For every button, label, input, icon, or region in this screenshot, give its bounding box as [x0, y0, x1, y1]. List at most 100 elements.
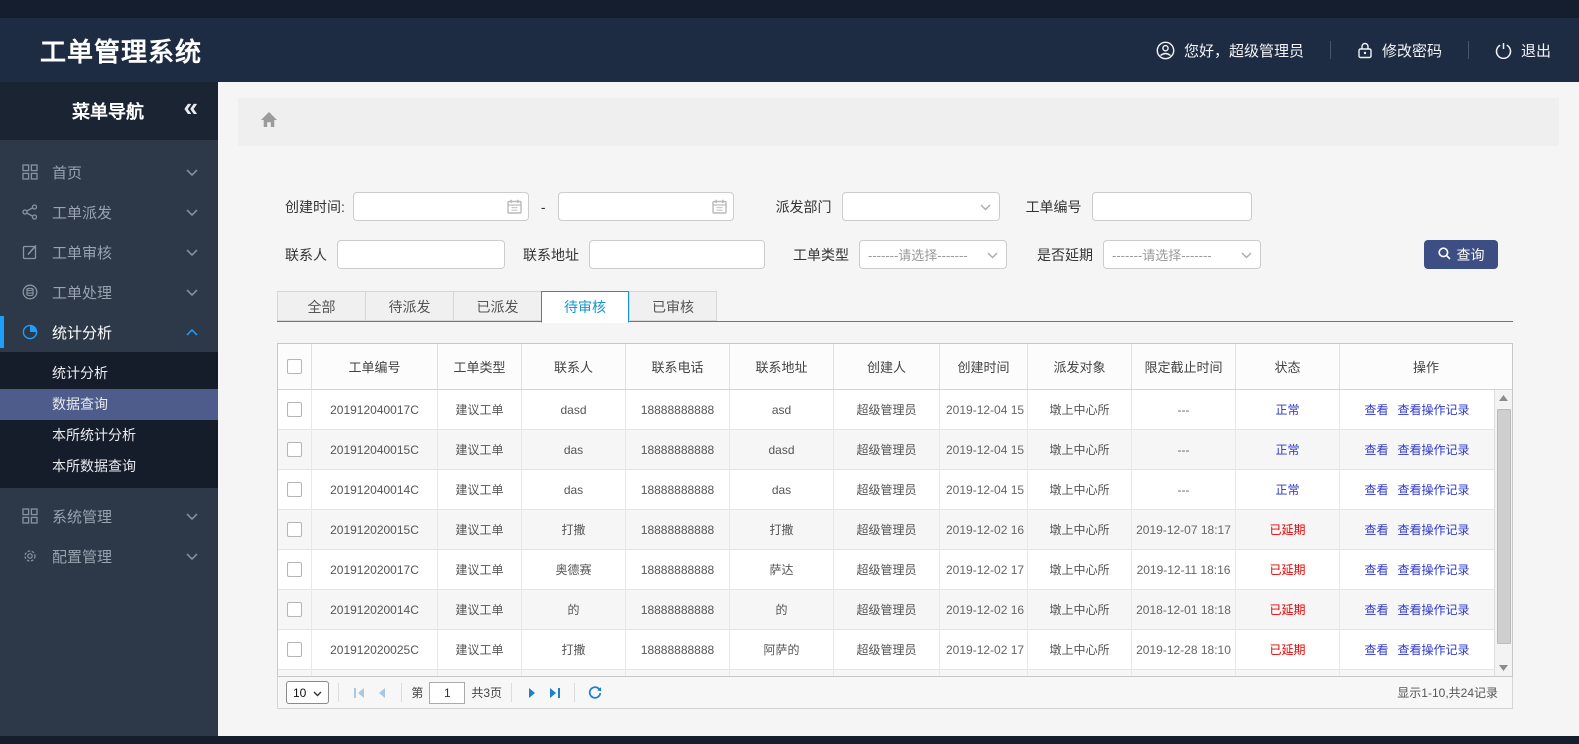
- row-checkbox[interactable]: [287, 482, 302, 497]
- header-separator: [1467, 41, 1469, 59]
- col-actions: 操作: [1412, 360, 1439, 375]
- pager-divider: [338, 683, 340, 702]
- created-start-input[interactable]: [352, 192, 529, 221]
- cell-address: asd: [730, 390, 834, 429]
- order-no-input[interactable]: [1091, 192, 1252, 221]
- vertical-scrollbar[interactable]: [1494, 390, 1512, 676]
- last-page-button[interactable]: [543, 682, 565, 704]
- cell-order-type: 建议工单: [438, 510, 522, 549]
- chevron-down-icon: [186, 288, 198, 296]
- edit-icon: [20, 244, 40, 260]
- change-password-text: 修改密码: [1381, 42, 1442, 60]
- view-log-link[interactable]: 查看操作记录: [1398, 601, 1470, 618]
- home-icon[interactable]: [260, 111, 278, 133]
- table-row: 201912020015C 建议工单 打撒 18888888888 打撒 超级管…: [278, 510, 1494, 550]
- view-log-link[interactable]: 查看操作记录: [1398, 561, 1470, 578]
- refresh-icon[interactable]: [584, 682, 606, 704]
- dispatch-dept-select[interactable]: [841, 192, 1000, 221]
- cell-order-type: 建议工单: [438, 630, 522, 669]
- cell-order-type: 建议工单: [438, 390, 522, 429]
- col-order-type: 工单类型: [438, 344, 522, 389]
- sidebar-item-statistics[interactable]: 统计分析: [0, 312, 218, 352]
- view-log-link[interactable]: 查看操作记录: [1398, 481, 1470, 498]
- work-order-table: 工单编号 工单类型 联系人 联系电话 联系地址 创建人 创建时间 派发对象 限定…: [277, 343, 1513, 677]
- order-type-select[interactable]: -------请选择-------: [859, 240, 1007, 269]
- view-link[interactable]: 查看: [1364, 441, 1388, 458]
- prev-page-button[interactable]: [370, 682, 392, 704]
- pagination-bar: 10 第 共3页 显示1-10,共24记录: [277, 677, 1513, 709]
- top-strip: [0, 0, 1579, 18]
- cell-deadline: 2019-12-28 18:10: [1132, 630, 1236, 669]
- status-tabs: 全部 待派发 已派发 待审核 已审核: [277, 291, 1513, 323]
- scroll-up-icon[interactable]: [1495, 390, 1512, 406]
- view-log-link[interactable]: 查看操作记录: [1398, 641, 1470, 658]
- bottom-strip: [0, 736, 1579, 744]
- sidebar-item-label: 配置管理: [52, 548, 113, 566]
- view-link[interactable]: 查看: [1364, 561, 1388, 578]
- cell-contact: 打撒: [522, 630, 626, 669]
- cell-address: das: [730, 470, 834, 509]
- table-row: 201912040014C 建议工单 das 18888888888 das 超…: [278, 470, 1494, 510]
- page-number-input[interactable]: [429, 681, 466, 704]
- cell-dispatch-to: 墩上中心所: [1028, 550, 1132, 589]
- view-log-link[interactable]: 查看操作记录: [1398, 401, 1470, 418]
- tab-reviewed[interactable]: 已审核: [629, 291, 717, 321]
- submenu-item-branch-statistics[interactable]: 本所统计分析: [0, 420, 218, 451]
- app-window: 工单管理系统 您好，超级管理员 修改密码 退出 菜单导航 « 首页 工单派发 工…: [0, 0, 1579, 744]
- view-log-link[interactable]: 查看操作记录: [1398, 521, 1470, 538]
- select-all-checkbox[interactable]: [287, 359, 302, 374]
- tab-all[interactable]: 全部: [277, 291, 365, 321]
- view-link[interactable]: 查看: [1364, 641, 1388, 658]
- row-checkbox[interactable]: [287, 442, 302, 457]
- contact-input[interactable]: [337, 240, 505, 269]
- table-row: 201912020017C 建议工单 奥德赛 18888888888 萨达 超级…: [278, 550, 1494, 590]
- sidebar-item-system[interactable]: 系统管理: [0, 496, 218, 536]
- row-checkbox[interactable]: [287, 402, 302, 417]
- search-icon: [1437, 246, 1451, 263]
- submenu-item-branch-data-query[interactable]: 本所数据查询: [0, 451, 218, 482]
- scroll-down-icon[interactable]: [1495, 660, 1512, 676]
- sidebar-collapse-button[interactable]: «: [184, 92, 199, 123]
- user-greeting[interactable]: 您好，超级管理员: [1156, 40, 1304, 61]
- sidebar-item-home[interactable]: 首页: [0, 152, 218, 192]
- tab-to-dispatch[interactable]: 待派发: [365, 291, 453, 321]
- cell-phone: 18888888888: [626, 550, 730, 589]
- scrollbar-thumb[interactable]: [1497, 409, 1511, 644]
- row-checkbox[interactable]: [287, 522, 302, 537]
- page-size-select[interactable]: 10: [286, 681, 330, 704]
- logout-link[interactable]: 退出: [1495, 40, 1551, 61]
- submenu-item-data-query[interactable]: 数据查询: [0, 389, 218, 420]
- col-phone: 联系电话: [626, 344, 730, 389]
- view-link[interactable]: 查看: [1364, 401, 1388, 418]
- cell-order-type: [438, 670, 522, 676]
- search-button[interactable]: 查询: [1424, 240, 1498, 269]
- view-log-link[interactable]: 查看操作记录: [1398, 441, 1470, 458]
- tab-to-review[interactable]: 待审核: [541, 291, 629, 323]
- col-dispatch-to: 派发对象: [1028, 344, 1132, 389]
- address-input[interactable]: [589, 240, 765, 269]
- view-link[interactable]: 查看: [1364, 481, 1388, 498]
- user-icon: [1156, 41, 1175, 60]
- chevron-down-icon: [186, 168, 198, 176]
- row-checkbox[interactable]: [287, 562, 302, 577]
- cell-order-no: 201912040014C: [312, 470, 438, 509]
- created-end-input[interactable]: [557, 192, 734, 221]
- row-checkbox[interactable]: [287, 602, 302, 617]
- change-password-link[interactable]: 修改密码: [1357, 40, 1442, 61]
- sidebar-item-dispatch[interactable]: 工单派发: [0, 192, 218, 232]
- delayed-select[interactable]: -------请选择-------: [1103, 240, 1261, 269]
- submenu-item-statistics[interactable]: 统计分析: [0, 358, 218, 389]
- sidebar-item-label: 工单派发: [52, 204, 113, 222]
- first-page-button[interactable]: [348, 682, 370, 704]
- view-link[interactable]: 查看: [1364, 521, 1388, 538]
- next-page-button[interactable]: [521, 682, 543, 704]
- sidebar-item-review[interactable]: 工单审核: [0, 232, 218, 272]
- tab-dispatched[interactable]: 已派发: [453, 291, 541, 321]
- row-checkbox[interactable]: [287, 642, 302, 657]
- view-link[interactable]: 查看: [1364, 601, 1388, 618]
- record-summary: 显示1-10,共24记录: [1397, 686, 1498, 700]
- chevron-down-icon: [987, 247, 998, 262]
- sidebar-item-config[interactable]: 配置管理: [0, 536, 218, 576]
- sidebar-item-process[interactable]: 工单处理: [0, 272, 218, 312]
- search-button-label: 查询: [1456, 246, 1485, 263]
